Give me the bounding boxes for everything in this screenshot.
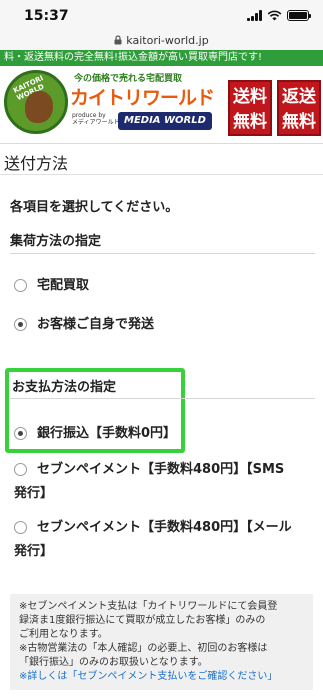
payment-option-seven-mail[interactable]: セブンペイメント【手数料480円】【メール [14,516,314,540]
payment-option-seven-mail-line2: 発行】 [14,544,54,559]
radio-button[interactable] [14,279,27,292]
instruction-text: 各項目を選択してください。 [10,200,179,215]
seven-payment-details-link[interactable]: ※詳しくは「セブンペイメント支払いをご確認ください」 [19,670,307,684]
radio-button-selected[interactable] [14,427,27,440]
payment-option-seven-sms[interactable]: セブンペイメント【手数料480円】【SMS [14,458,314,482]
payment-heading: お支払方法の指定 [12,380,117,395]
url-text: kaitori-world.jp [126,33,209,47]
battery-icon [287,10,311,21]
title-divider [0,174,323,175]
produced-by: produce by メディアワールド [72,112,120,126]
payment-notice: ※セブンペイメント支払は「カイトリワールドにて会員登 録済ま1度銀行振込にて買取… [10,594,313,690]
radio-button-selected[interactable] [14,318,27,331]
radio-button[interactable] [14,463,27,476]
status-time: 15:37 [24,8,69,24]
site-header: KAITORI WORLD 今の価格で売れる宅配買取 カイトリワールド prod… [0,66,323,144]
announcement-banner: 料・返送無料の完全無料!振込金額が高い買取専門店です! [0,50,323,66]
free-shipping-badge: 送料 無料 [228,80,272,136]
radio-button[interactable] [14,521,27,534]
media-world-logo[interactable]: MEDIA WORLD [118,112,212,130]
payment-option-seven-sms-line2: 発行】 [14,486,54,501]
collection-divider [10,253,315,254]
signal-icon [247,10,262,21]
site-logo[interactable]: KAITORI WORLD [4,70,68,134]
wifi-icon [267,10,282,21]
free-return-badge: 返送 無料 [277,80,321,136]
address-bar[interactable]: kaitori-world.jp [0,30,323,50]
lock-icon [114,35,122,45]
collection-option-self-ship[interactable]: お客様ご自身で発送 [14,313,154,337]
page-title: 送付方法 [4,154,69,173]
collection-option-home-pickup[interactable]: 宅配買取 [14,274,89,298]
payment-option-bank-transfer[interactable]: 銀行振込【手数料0円】 [14,422,176,446]
collection-heading: 集荷方法の指定 [10,234,102,249]
brand-name[interactable]: カイトリワールド [70,83,215,110]
payment-divider [10,398,315,399]
status-icons [247,10,311,21]
status-bar: 15:37 [0,0,323,30]
